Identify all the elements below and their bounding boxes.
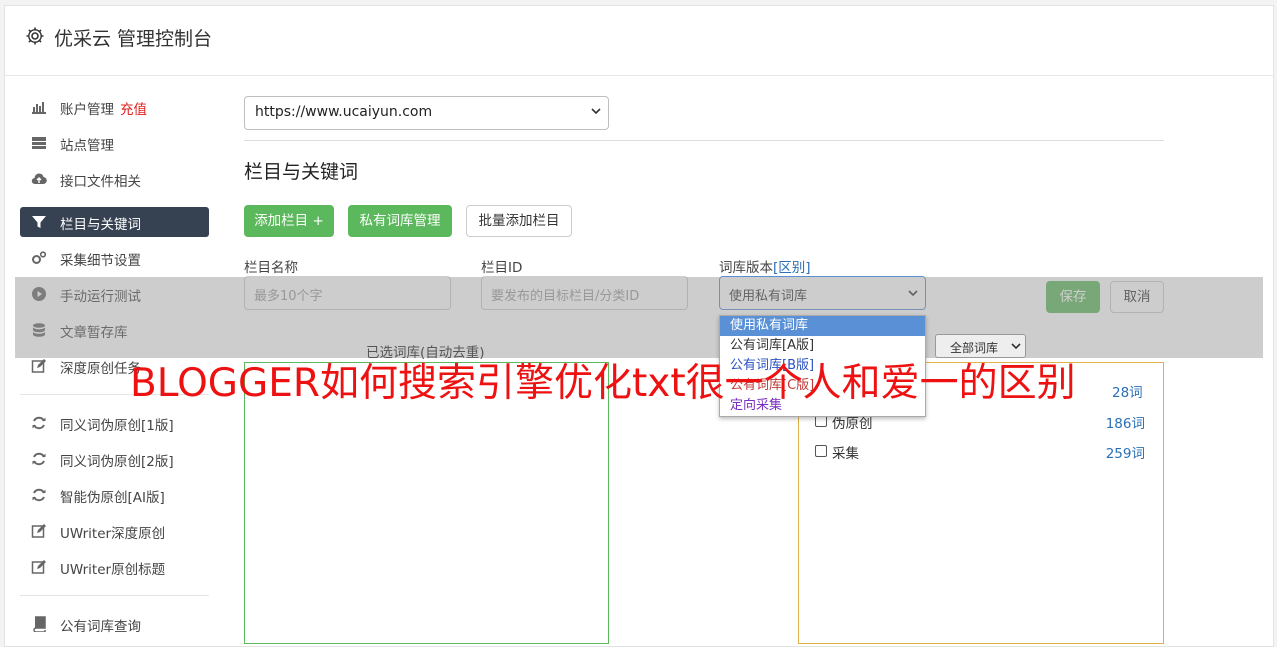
sidebar-item-label: 账户管理 [60, 102, 114, 118]
gears-icon [32, 251, 47, 264]
refresh-icon [32, 488, 46, 502]
chevron-down-icon [1011, 343, 1021, 350]
add-column-button[interactable]: 添加栏目 + [244, 205, 334, 237]
cloud-upload-icon [31, 173, 47, 185]
page-title: 优采云 管理控制台 [54, 28, 213, 50]
modal-overlay-band [15, 277, 1263, 358]
watermark-text: BLOGGER如何搜索引擎优化txt很一个人和爱一的区别 [130, 361, 1076, 406]
sidebar-item-synonym-v2[interactable]: 同义词伪原创[2版] [20, 444, 209, 474]
edit-icon [31, 359, 46, 373]
sidebar-item-label: 深度原创任务 [60, 361, 141, 377]
book-icon [33, 616, 46, 632]
section-title: 栏目与关键词 [244, 161, 359, 183]
sidebar-divider [20, 595, 209, 596]
sidebar-item-label: 采集细节设置 [60, 253, 141, 269]
sidebar-item-uwriter-title[interactable]: UWriter原创标题 [20, 552, 209, 582]
recharge-link[interactable]: 充值 [120, 102, 147, 118]
site-select[interactable]: https://www.ucaiyun.com [244, 96, 609, 130]
gear-icon [26, 27, 44, 45]
lexicon-count: 259词 [1105, 446, 1145, 462]
edit-icon [31, 560, 46, 574]
sidebar-item-public-lexicon[interactable]: 公有词库查询 [20, 609, 209, 639]
sidebar-item-label: 站点管理 [60, 138, 114, 154]
bar-chart-icon [32, 102, 46, 114]
sidebar-item-columns-keywords[interactable]: 栏目与关键词 [20, 207, 209, 237]
lexicon-count: 28词 [1112, 385, 1143, 401]
sidebar-item-synonym-v1[interactable]: 同义词伪原创[1版] [20, 408, 209, 438]
header: 优采云 管理控制台 [5, 6, 1273, 76]
refresh-icon [32, 416, 46, 430]
sidebar-item-label: 接口文件相关 [60, 174, 141, 190]
difference-link[interactable]: [区别] [773, 260, 811, 276]
refresh-icon [32, 452, 46, 466]
server-icon [32, 137, 46, 149]
sidebar-item-collection-settings[interactable]: 采集细节设置 [20, 243, 209, 273]
sidebar-item-ai-rewrite[interactable]: 智能伪原创[AI版] [20, 480, 209, 510]
sidebar-item-label: 同义词伪原创[1版] [60, 418, 174, 434]
sidebar-item-label: UWriter原创标题 [60, 562, 166, 578]
dropdown-option-private[interactable]: 使用私有词库 [720, 316, 925, 336]
edit-icon [31, 524, 46, 538]
sidebar-item-uwriter-deep[interactable]: UWriter深度原创 [20, 516, 209, 546]
sidebar-item-sites[interactable]: 站点管理 [20, 128, 209, 158]
sidebar-item-label: 同义词伪原创[2版] [60, 454, 174, 470]
lexicon-version-label: 词库版本[区别] [719, 260, 811, 276]
batch-add-button[interactable]: 批量添加栏目 [466, 205, 572, 237]
sidebar-item-label: UWriter深度原创 [60, 526, 166, 542]
sidebar-item-label: 栏目与关键词 [60, 217, 141, 233]
sidebar-item-label: 公有词库查询 [60, 619, 141, 635]
sidebar-item-label: 智能伪原创[AI版] [60, 490, 165, 506]
lexicon-option-label: 采集 [832, 446, 859, 462]
sidebar-item-api-files[interactable]: 接口文件相关 [20, 164, 209, 194]
filter-icon [32, 216, 46, 228]
sidebar-item-account[interactable]: 账户管理 充值 [20, 92, 209, 122]
divider [244, 140, 1164, 141]
lexicon-count: 186词 [1105, 416, 1145, 432]
site-select-value: https://www.ucaiyun.com [255, 104, 433, 120]
chevron-down-icon [591, 108, 601, 115]
column-id-label: 栏目ID [481, 260, 523, 276]
lexicon-checkbox[interactable] [815, 445, 827, 457]
column-name-label: 栏目名称 [244, 260, 298, 276]
lexicon-option-row[interactable]: 采集 259词 [815, 441, 1145, 463]
private-lexicon-button[interactable]: 私有词库管理 [348, 205, 452, 237]
